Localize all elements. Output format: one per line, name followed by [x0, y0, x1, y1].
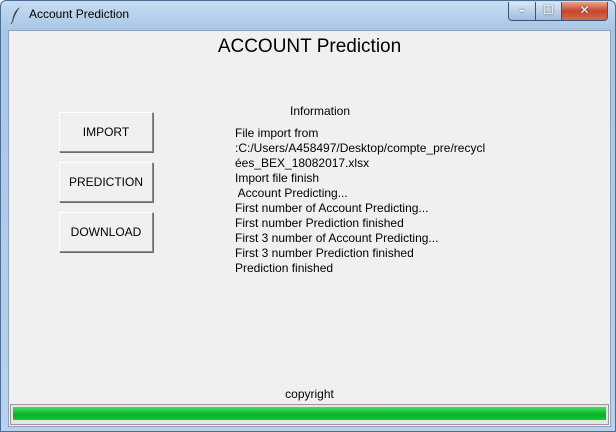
minimize-button[interactable]: – — [508, 2, 536, 21]
log-line: :C:/Users/A458497/Desktop/compte_pre/rec… — [235, 141, 486, 155]
title-bar[interactable]: Account Prediction – ☐ ✕ — [1, 1, 615, 30]
log-line: Account Predicting... — [235, 186, 348, 200]
log-line: First number of Account Predicting... — [235, 201, 429, 215]
close-button[interactable]: ✕ — [561, 2, 608, 21]
prediction-button[interactable]: PREDICTION — [59, 162, 153, 202]
import-button[interactable]: IMPORT — [59, 112, 153, 152]
app-window: Account Prediction – ☐ ✕ ACCOUNT Predict… — [0, 0, 616, 432]
copyright-label: copyright — [285, 387, 334, 401]
information-label: Information — [290, 104, 351, 118]
feather-icon — [9, 6, 23, 25]
minimize-icon: – — [519, 3, 525, 17]
log-line: First 3 number of Account Predicting... — [235, 231, 439, 245]
close-icon: ✕ — [579, 3, 590, 17]
progress-bar — [10, 404, 609, 425]
download-button[interactable]: DOWNLOAD — [59, 212, 153, 252]
main-panel: ACCOUNT Prediction IMPORT PREDICTION DOW… — [8, 30, 611, 427]
window-title: Account Prediction — [29, 7, 130, 21]
log-line: First 3 number Prediction finished — [235, 246, 414, 260]
maximize-button[interactable]: ☐ — [535, 2, 562, 21]
log-line: File import from — [235, 126, 319, 140]
maximize-icon: ☐ — [543, 3, 554, 17]
information-log: File import from :C:/Users/A458497/Deskt… — [235, 126, 505, 276]
page-title: ACCOUNT Prediction — [217, 36, 402, 57]
log-line: First number Prediction finished — [235, 216, 404, 230]
log-line: Prediction finished — [235, 261, 334, 275]
log-line: ées_BEX_18082017.xlsx — [235, 156, 370, 170]
log-line: Import file finish — [235, 171, 320, 185]
progress-fill — [13, 407, 606, 420]
